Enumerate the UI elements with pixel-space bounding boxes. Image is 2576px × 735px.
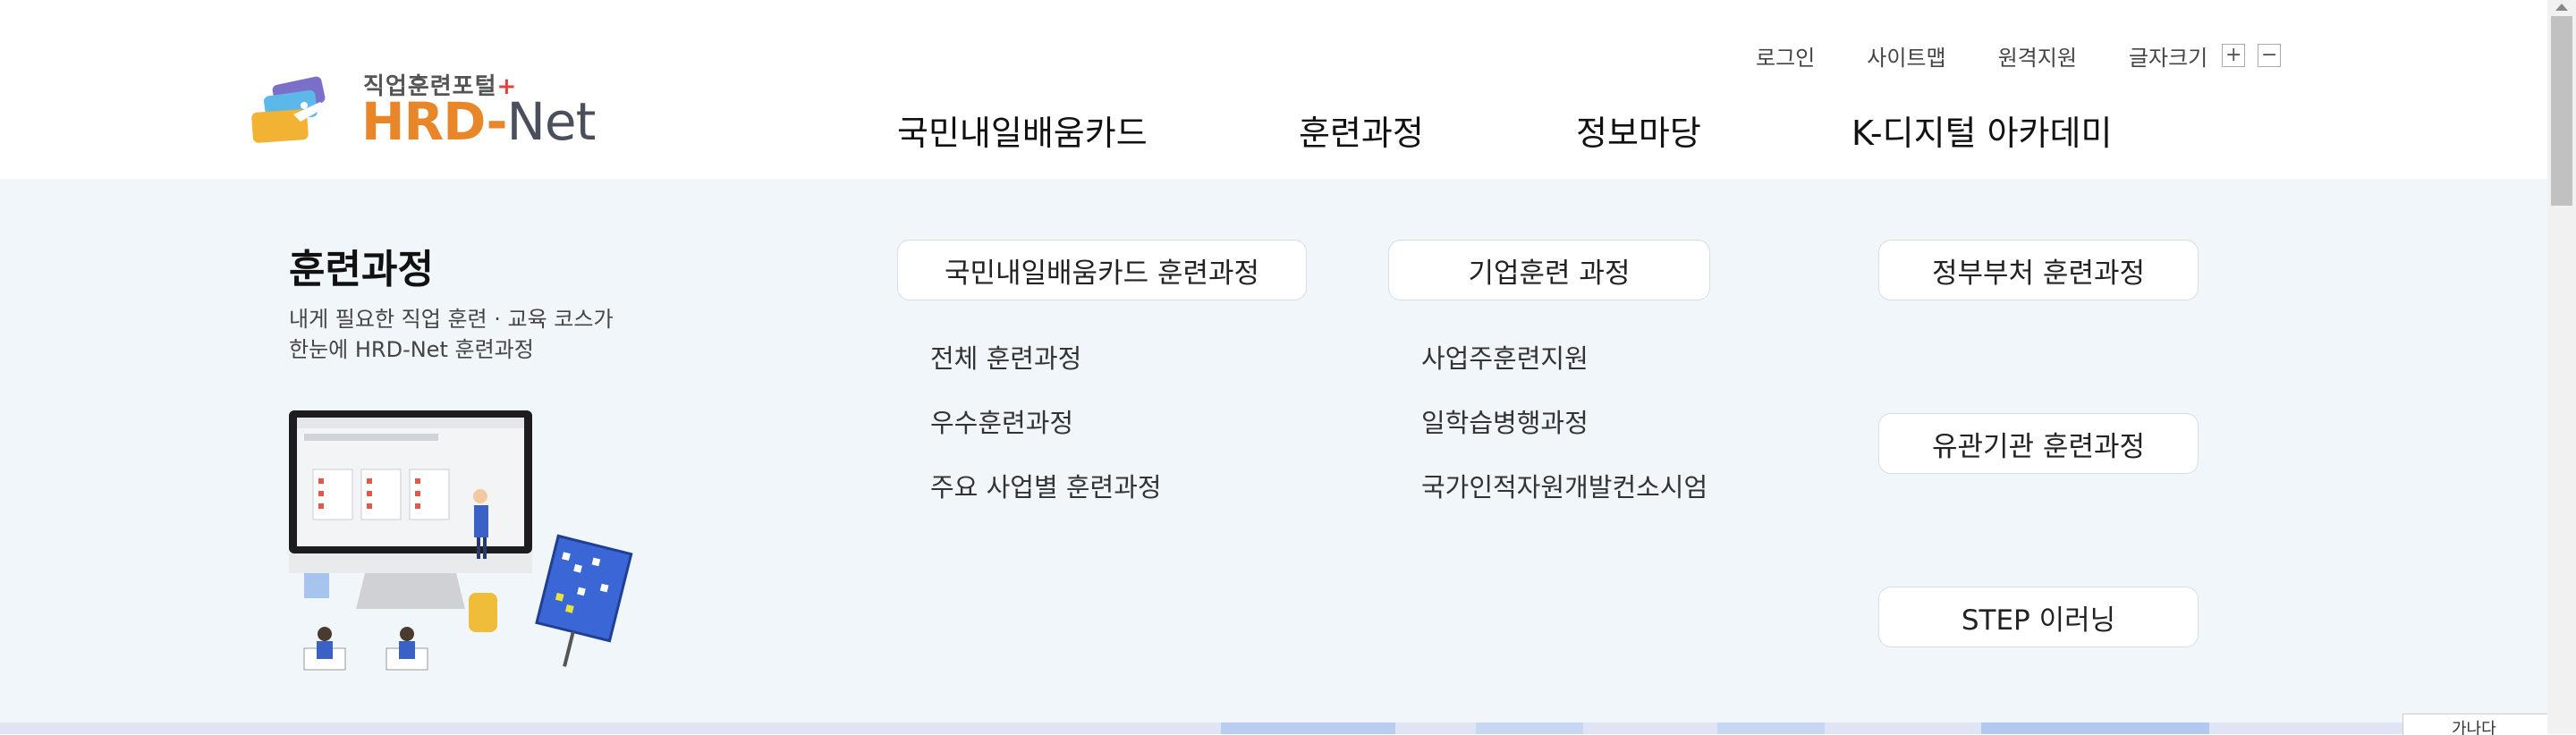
mega-menu-title: 훈련과정 [289,247,434,292]
gnb-item-info[interactable]: 정보마당 [1576,106,1701,155]
link-employer-training-support[interactable]: 사업주훈련지원 [1421,338,1589,376]
gnb-item-training[interactable]: 훈련과정 [1299,106,1424,155]
category-related-agency-training[interactable]: 유관기관 훈련과정 [1878,413,2199,474]
gnb-item-naeil-card[interactable]: 국민내일배움카드 [897,106,1148,155]
side-floating-widget[interactable]: 가나다 [2402,714,2548,735]
logo-title: HRD-Net [361,91,596,152]
link-excellent-training[interactable]: 우수훈련과정 [930,402,1073,440]
logo-mark-icon [251,76,326,143]
page-scrollbar[interactable] [2547,0,2576,734]
desc-line-2: 한눈에 HRD-Net 훈련과정 [289,337,534,362]
utility-menu: 로그인 사이트맵 원격지원 글자크기 + − [1756,39,2282,72]
side-widget-label: 가나다 [2452,720,2496,735]
mega-menu-description: 내게 필요한 직업 훈련 · 교육 코스가 한눈에 HRD-Net 훈련과정 [289,304,665,365]
desc-line-1: 내게 필요한 직업 훈련 · 교육 코스가 [289,307,614,332]
link-major-business-training[interactable]: 주요 사업별 훈련과정 [930,467,1162,504]
link-work-study-training[interactable]: 일학습병행과정 [1421,402,1589,440]
link-national-hrd-consortium[interactable]: 국가인적자원개발컨소시엄 [1421,467,1707,504]
font-decrease-button[interactable]: − [2258,44,2282,67]
hrd-net-logo[interactable]: 직업훈련포털+ HRD-Net [250,68,599,153]
scroll-thumb[interactable] [2551,16,2572,206]
background-banner-strip [0,722,2547,734]
sitemap-link[interactable]: 사이트맵 [1867,40,1945,72]
gnb-item-k-digital[interactable]: K-디지털 아카데미 [1852,106,2112,155]
font-increase-button[interactable]: + [2222,44,2246,67]
category-step-elearning[interactable]: STEP 이러닝 [1878,587,2199,647]
category-corporate-training[interactable]: 기업훈련 과정 [1388,240,1710,300]
category-government-training[interactable]: 정부부처 훈련과정 [1878,240,2199,300]
site-header: 직업훈련포털+ HRD-Net 로그인 사이트맵 원격지원 글자크기 + − 국… [0,0,2547,179]
link-all-training[interactable]: 전체 훈련과정 [930,338,1081,376]
scroll-up-arrow-icon[interactable] [2555,4,2568,11]
font-size-label: 글자크기 [2128,45,2208,71]
training-illustration [289,410,633,671]
remote-support-link[interactable]: 원격지원 [1998,40,2077,72]
login-link[interactable]: 로그인 [1756,40,1815,72]
category-naeil-card-training[interactable]: 국민내일배움카드 훈련과정 [897,240,1307,300]
